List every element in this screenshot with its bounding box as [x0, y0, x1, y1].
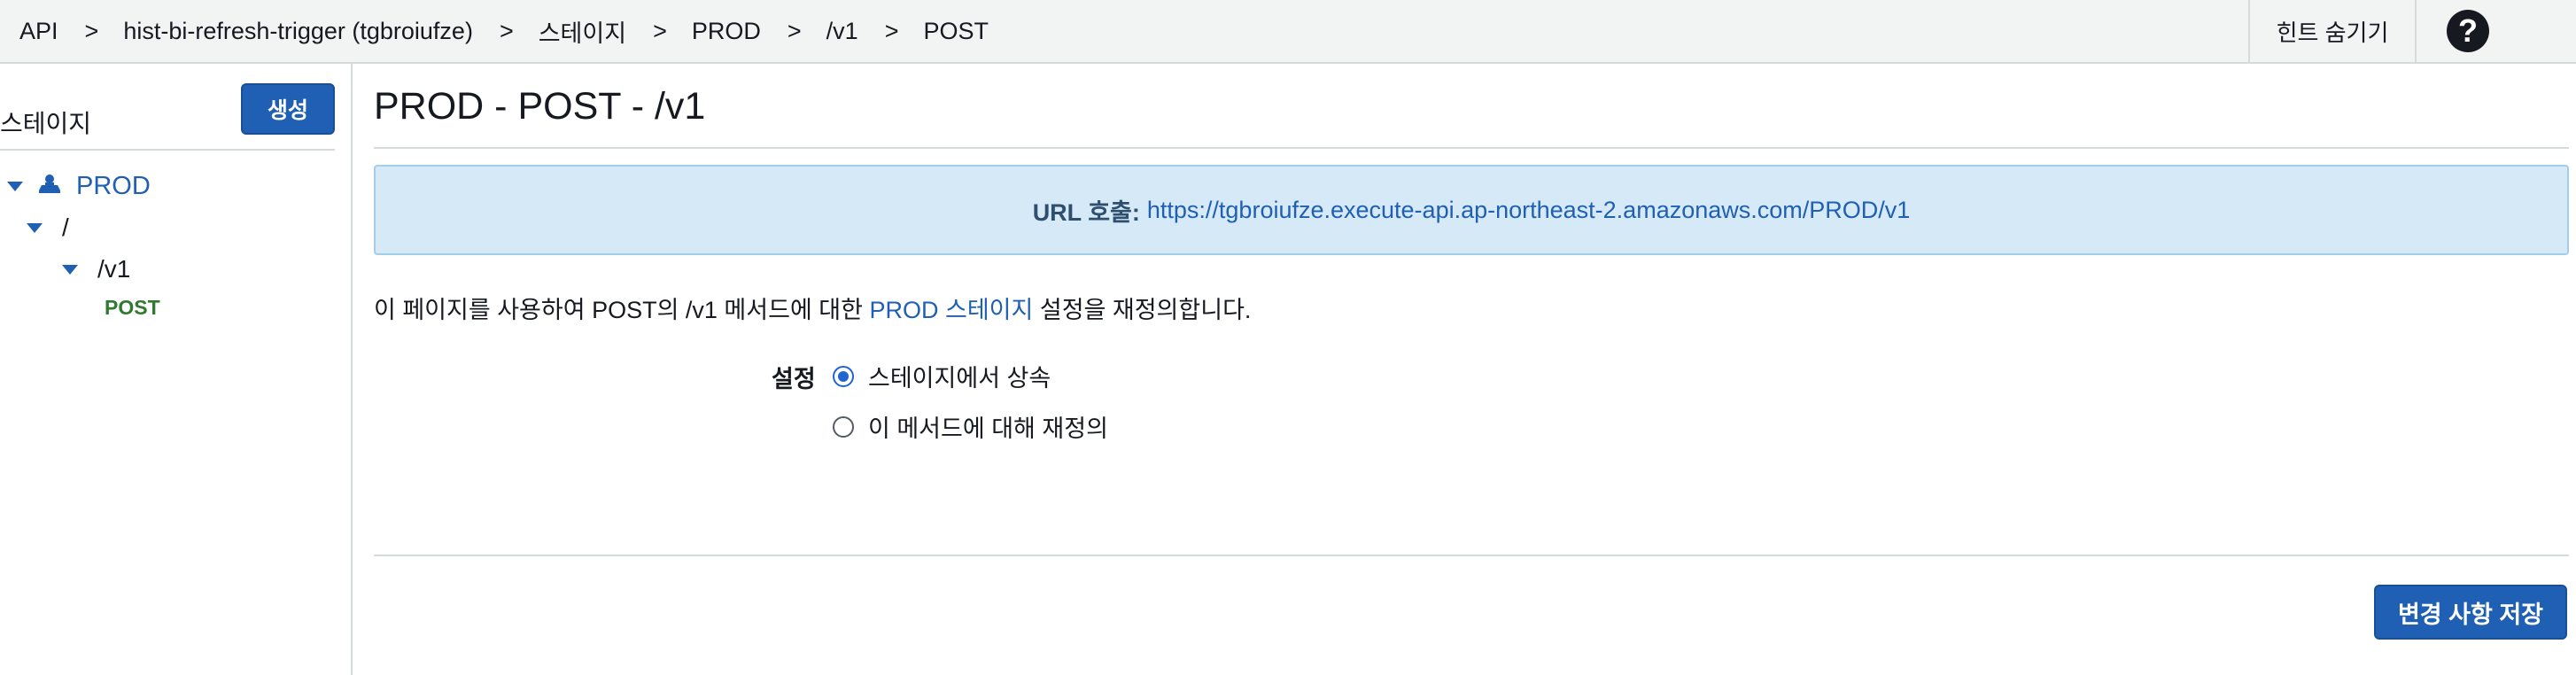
tree-item-resource[interactable]: /v1 [62, 255, 130, 283]
help-area: ? [2417, 0, 2576, 62]
save-changes-button[interactable]: 변경 사항 저장 [2374, 585, 2567, 640]
tree-item-root[interactable]: / [27, 213, 69, 242]
top-bar: API > hist-bi-refresh-trigger (tgbroiufz… [0, 0, 2576, 64]
invoke-url-label: URL 호출: [1032, 198, 1140, 226]
footer-divider [374, 555, 2569, 556]
caret-down-icon[interactable] [27, 222, 43, 233]
tree-stage-label[interactable]: PROD [76, 172, 151, 201]
breadcrumb-item-api[interactable]: API [19, 18, 58, 45]
override-method-option[interactable]: 이 메서드에 대해 재정의 [833, 409, 1108, 444]
hide-hints-button[interactable]: 힌트 숨기기 [2248, 0, 2417, 62]
top-right-actions: 힌트 숨기기 ? [2248, 0, 2576, 62]
breadcrumb-separator: > [884, 17, 899, 44]
breadcrumb-item-method: POST [923, 17, 989, 44]
question-circle-icon[interactable]: ? [2447, 10, 2489, 52]
tree-item-method[interactable]: POST [105, 296, 160, 320]
breadcrumb-separator: > [84, 17, 99, 44]
create-stage-button[interactable]: 생성 [241, 83, 335, 135]
title-divider [374, 147, 2569, 149]
stage-method-settings-panel: PROD - POST - /v1 URL 호출: https://tgbroi… [374, 64, 2569, 675]
tree-root-label[interactable]: / [62, 213, 69, 242]
stage-link[interactable]: PROD 스테이지 [869, 297, 1033, 323]
invoke-url-link[interactable]: https://tgbroiufze.execute-api.ap-northe… [1147, 197, 1910, 224]
breadcrumb-separator: > [653, 17, 667, 44]
breadcrumb-separator: > [499, 17, 514, 44]
sidebar-title: 스테이지 [0, 110, 92, 137]
breadcrumb-item-stage[interactable]: PROD [692, 18, 761, 45]
stage-icon [37, 173, 62, 200]
description-text: 이 페이지를 사용하여 POST의 /v1 메서드에 대한 [374, 297, 870, 323]
settings-label: 설정 [772, 366, 816, 392]
breadcrumb-item-stages[interactable]: 스테이지 [539, 14, 626, 49]
tree-resource-label[interactable]: /v1 [97, 255, 130, 283]
stages-sidebar: 스테이지 생성 PROD / /v1 POST [0, 64, 353, 675]
page-title: PROD - POST - /v1 [374, 85, 706, 128]
caret-down-icon[interactable] [62, 264, 78, 275]
sidebar-divider [0, 149, 335, 151]
page-description: 이 페이지를 사용하여 POST의 /v1 메서드에 대한 PROD 스테이지 … [374, 291, 1251, 325]
description-text-end: 설정을 재정의합니다. [1033, 297, 1252, 323]
inherit-from-stage-label[interactable]: 스테이지에서 상속 [868, 359, 1051, 393]
tree-method-label[interactable]: POST [105, 296, 160, 320]
radio-selected[interactable] [833, 365, 854, 387]
breadcrumb-item-resource[interactable]: /v1 [826, 18, 858, 45]
override-method-label[interactable]: 이 메서드에 대해 재정의 [868, 409, 1108, 444]
invoke-url-banner: URL 호출: https://tgbroiufze.execute-api.a… [374, 165, 2569, 255]
inherit-from-stage-option[interactable]: 스테이지에서 상속 [833, 359, 1051, 393]
tree-item-stage[interactable]: PROD [7, 172, 151, 201]
breadcrumb-separator: > [787, 17, 802, 44]
caret-down-icon[interactable] [7, 182, 23, 191]
breadcrumb: API > hist-bi-refresh-trigger (tgbroiufz… [19, 0, 989, 62]
breadcrumb-item-api-name[interactable]: hist-bi-refresh-trigger (tgbroiufze) [123, 18, 473, 45]
radio-unselected[interactable] [833, 415, 854, 438]
